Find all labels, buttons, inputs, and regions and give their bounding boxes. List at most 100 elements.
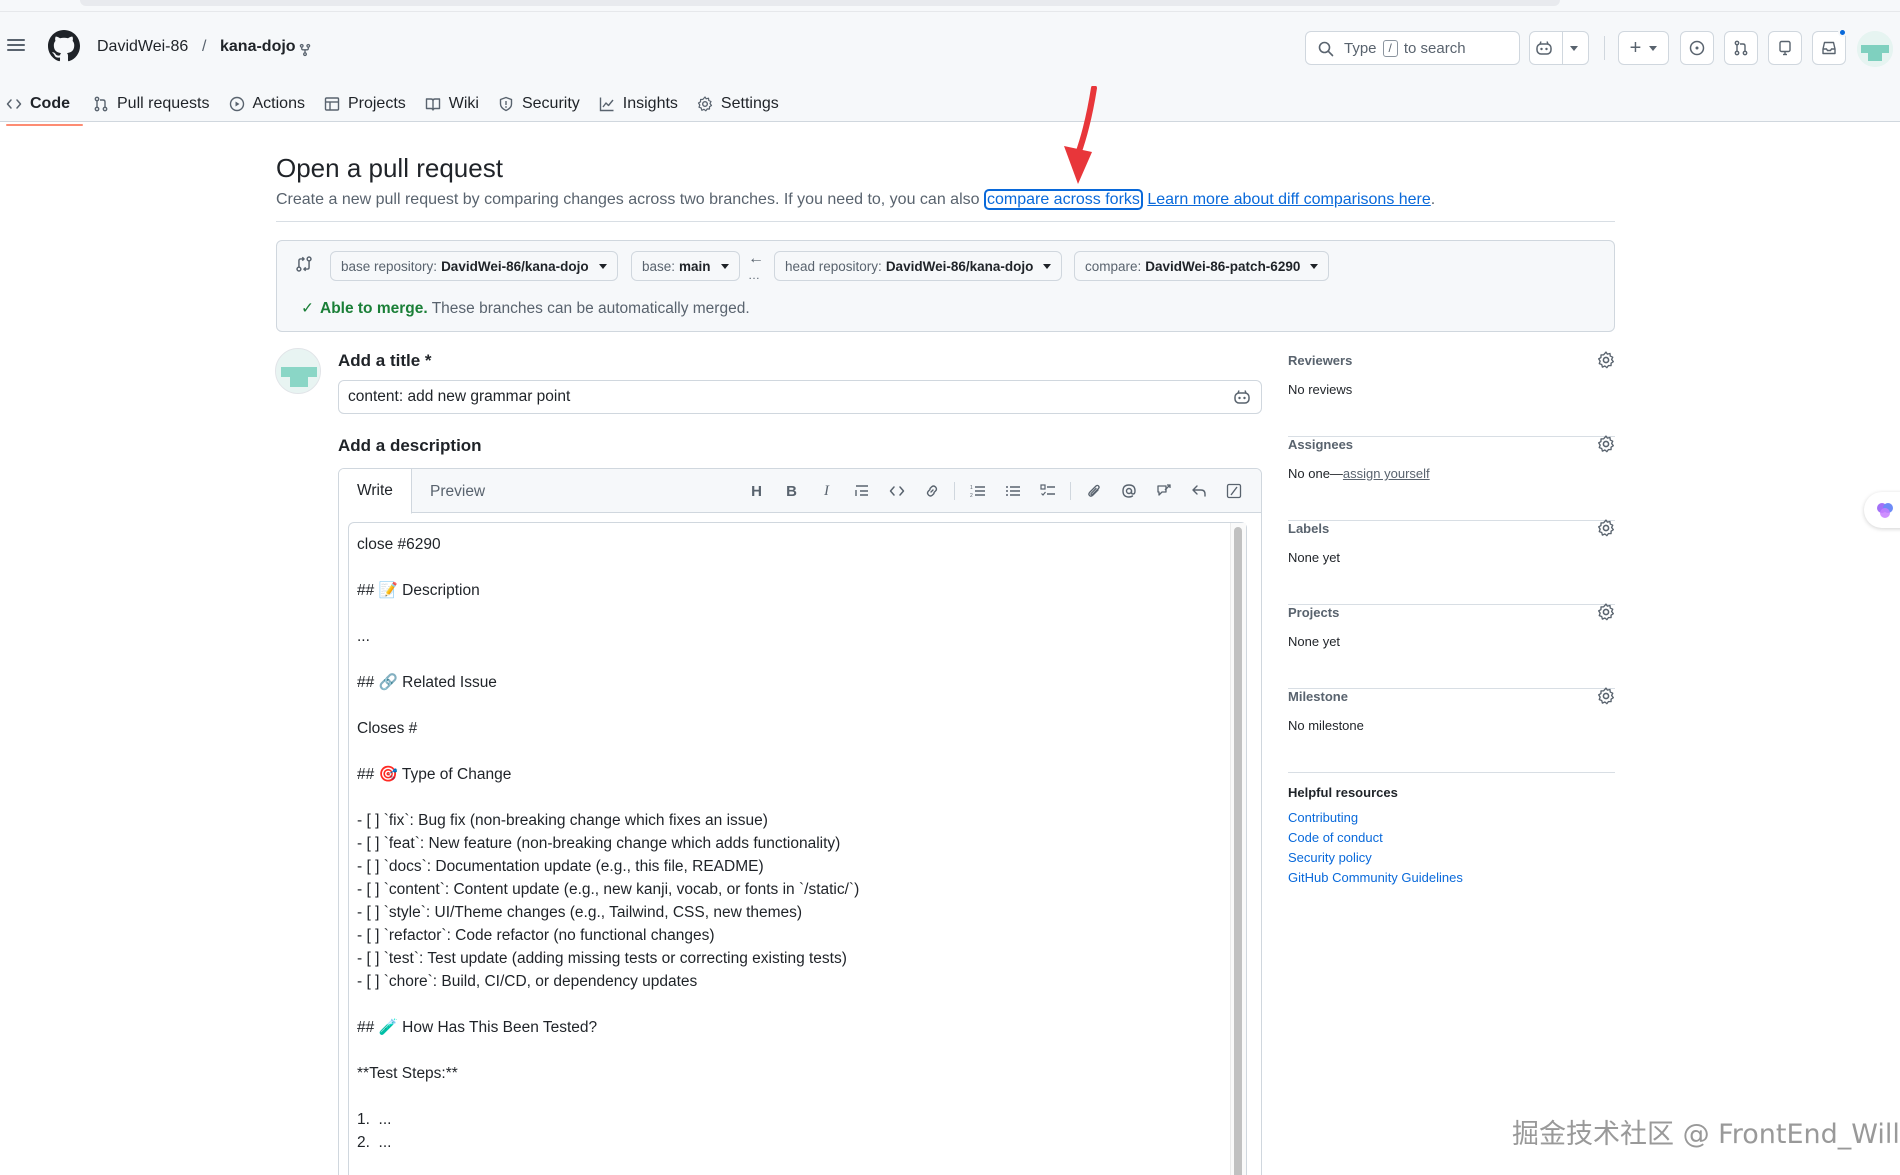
- search-input[interactable]: Type / to search: [1305, 31, 1520, 65]
- merge-status: ✓ Able to merge. These branches can be au…: [301, 299, 750, 318]
- base-repository-select[interactable]: base repository: DavidWei-86/kana-dojo: [330, 251, 618, 281]
- milestone-section: Milestone No milestone: [1288, 687, 1615, 773]
- assign-yourself-link[interactable]: assign yourself: [1343, 466, 1430, 481]
- quote-icon[interactable]: [844, 481, 879, 501]
- reply-icon[interactable]: [1181, 481, 1216, 501]
- base-branch-select[interactable]: base: main: [631, 251, 740, 281]
- select-value: main: [679, 258, 711, 274]
- tab-code[interactable]: Code: [0, 84, 83, 126]
- copilot-button[interactable]: [1529, 31, 1589, 65]
- tab-settings[interactable]: Settings: [691, 84, 792, 124]
- toolbar-divider: [954, 482, 955, 500]
- repo-owner-link[interactable]: DavidWei-86: [97, 38, 188, 56]
- link-icon[interactable]: [914, 481, 949, 501]
- page-title: Open a pull request: [276, 153, 503, 183]
- header-divider: [1604, 36, 1605, 60]
- tab-security[interactable]: Security: [492, 84, 593, 124]
- book-icon: [425, 98, 440, 111]
- mention-icon[interactable]: [1111, 481, 1146, 501]
- scrollbar-track[interactable]: [1230, 523, 1246, 1175]
- bold-icon[interactable]: B: [774, 481, 809, 501]
- floating-assistant-button[interactable]: [1864, 492, 1900, 528]
- assignees-title[interactable]: Assignees: [1288, 437, 1353, 452]
- fork-icon: [299, 43, 311, 57]
- git-pull-request-icon: [94, 96, 108, 112]
- italic-icon[interactable]: I: [809, 481, 844, 501]
- milestone-title[interactable]: Milestone: [1288, 689, 1348, 704]
- compare-branch-select[interactable]: compare: DavidWei-86-patch-6290: [1074, 251, 1330, 281]
- tab-insights[interactable]: Insights: [593, 84, 691, 124]
- paperclip-icon[interactable]: [1076, 481, 1111, 501]
- arrow-left-icon: ←…: [748, 250, 764, 282]
- menu-icon[interactable]: [6, 36, 26, 56]
- caret-down-icon: [1043, 263, 1052, 269]
- avatar[interactable]: [275, 348, 321, 394]
- gear-icon[interactable]: [1597, 435, 1615, 453]
- svg-text:2: 2: [970, 493, 973, 499]
- codespaces-button[interactable]: [1768, 31, 1802, 65]
- avatar[interactable]: [1857, 31, 1893, 67]
- pull-requests-button[interactable]: [1724, 31, 1758, 65]
- compare-branches-box: base repository: DavidWei-86/kana-dojo ba…: [276, 240, 1615, 332]
- scrollbar-thumb[interactable]: [1234, 527, 1242, 1175]
- unordered-list-icon[interactable]: [995, 481, 1030, 501]
- brain-icon: [1877, 503, 1893, 518]
- path-separator: /: [202, 38, 207, 55]
- create-new-button[interactable]: +: [1618, 31, 1669, 65]
- caret-down-icon: [598, 263, 607, 269]
- shield-icon: [499, 96, 513, 112]
- security-policy-link[interactable]: Security policy: [1288, 848, 1615, 868]
- ordered-list-icon[interactable]: 12: [960, 481, 995, 501]
- merge-ok-text: Able to merge.: [320, 300, 428, 317]
- gear-icon[interactable]: [1597, 603, 1615, 621]
- assignees-value: No one—assign yourself: [1288, 466, 1430, 481]
- tab-label: Actions: [252, 95, 305, 112]
- divider: [276, 221, 1615, 222]
- copilot-icon[interactable]: [1233, 389, 1251, 405]
- description-editor: Write Preview H B I 12 close #6290 ## 📝 …: [338, 468, 1262, 1175]
- projects-title[interactable]: Projects: [1288, 605, 1339, 620]
- reviewers-value: No reviews: [1288, 382, 1353, 397]
- title-input[interactable]: content: add new grammar point: [338, 380, 1262, 414]
- gear-icon[interactable]: [1597, 687, 1615, 705]
- issues-button[interactable]: [1680, 31, 1714, 65]
- head-repository-select[interactable]: head repository: DavidWei-86/kana-dojo: [774, 251, 1063, 281]
- code-icon[interactable]: [879, 481, 914, 501]
- annotation-arrow: [1064, 86, 1097, 184]
- select-label: base repository:: [341, 258, 438, 274]
- plus-icon: +: [1629, 37, 1642, 59]
- heading-icon[interactable]: H: [739, 481, 774, 501]
- tab-pull-requests[interactable]: Pull requests: [87, 84, 223, 124]
- description-textarea[interactable]: close #6290 ## 📝 Description ... ## 🔗 Re…: [348, 522, 1247, 1175]
- tab-projects[interactable]: Projects: [318, 84, 419, 124]
- labels-title[interactable]: Labels: [1288, 521, 1329, 536]
- gear-icon[interactable]: [1597, 351, 1615, 369]
- tab-actions[interactable]: Actions: [223, 84, 318, 124]
- select-label: base:: [642, 258, 676, 274]
- projects-section: Projects None yet: [1288, 603, 1615, 689]
- tab-write[interactable]: Write: [339, 469, 412, 514]
- compare-across-forks-link[interactable]: compare across forks: [983, 189, 1143, 210]
- check-icon: ✓: [301, 300, 314, 317]
- tab-label: Wiki: [448, 95, 479, 112]
- play-icon: [229, 96, 244, 112]
- tab-label: Code: [30, 95, 70, 112]
- tab-preview[interactable]: Preview: [412, 469, 503, 514]
- chevron-down-icon[interactable]: [1563, 45, 1585, 51]
- tab-label: Security: [521, 95, 580, 112]
- gear-icon[interactable]: [1597, 519, 1615, 537]
- slash-commands-icon[interactable]: [1216, 481, 1251, 501]
- sidebar: Reviewers No reviews Assignees No one—as…: [1288, 351, 1615, 888]
- repo-name-link[interactable]: kana-dojo: [220, 38, 296, 56]
- task-list-icon[interactable]: [1030, 481, 1065, 501]
- search-icon: [1318, 41, 1334, 57]
- tab-wiki[interactable]: Wiki: [419, 84, 492, 124]
- learn-more-link[interactable]: Learn more about diff comparisons here: [1147, 191, 1430, 208]
- code-of-conduct-link[interactable]: Code of conduct: [1288, 828, 1615, 848]
- reviewers-title[interactable]: Reviewers: [1288, 353, 1352, 368]
- contributing-link[interactable]: Contributing: [1288, 808, 1615, 828]
- cross-reference-icon[interactable]: [1146, 481, 1181, 501]
- labels-section: Labels None yet: [1288, 519, 1615, 605]
- community-guidelines-link[interactable]: GitHub Community Guidelines: [1288, 868, 1615, 888]
- github-logo-icon[interactable]: [48, 30, 80, 62]
